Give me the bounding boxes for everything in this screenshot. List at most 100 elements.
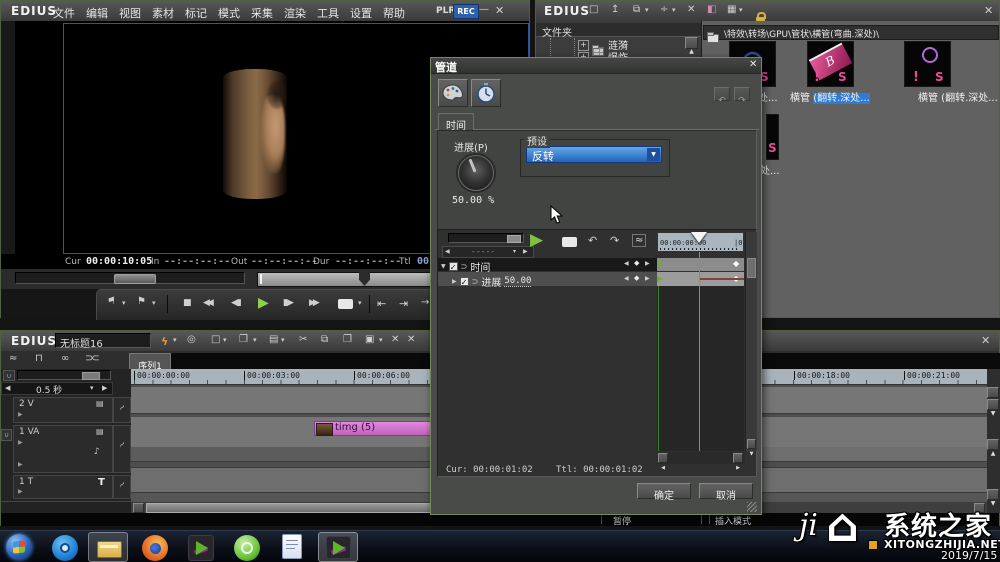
track-va-sync-mark[interactable]: ∪ [1,429,12,441]
taskbar-media-player[interactable] [52,535,78,561]
vscroll-down-btn[interactable]: ▼ [987,399,999,410]
undo-button[interactable]: ↶ [714,87,730,101]
track-1t-header[interactable]: 1 T T ▶ [13,475,113,499]
kf-time-add-icon[interactable]: ◆ [634,260,639,267]
timescale-right-icon[interactable]: ▶ [102,385,107,392]
mode-snap-icon[interactable]: ⊃⊂ [85,354,98,364]
taskbar-edius-active[interactable] [318,532,358,562]
kf-prog-add-icon[interactable]: ◆ [634,275,639,282]
bubble-dropdown-icon[interactable]: ▾ [358,300,362,307]
kf-row-time-checkbox[interactable]: ✓ [449,262,458,271]
color-swatch-icon[interactable]: ◧ [707,5,716,15]
kf-scale-dd-icon[interactable]: ▾ [513,249,516,255]
taskbar-notepad[interactable] [282,534,302,559]
save-dropdown-icon[interactable]: ▾ [281,337,285,344]
resize-grip[interactable] [747,502,757,512]
goto-in-icon[interactable]: ⇤ [377,298,386,309]
kf-row-progress[interactable]: ▶ ✓ ⊃ 进展 50.00 ◀ ◆ ▶ [438,272,657,286]
bin-close-icon[interactable]: ✕ [984,5,993,16]
tree-expand-icon[interactable]: + [578,40,589,51]
track-2v-header[interactable]: 2 V ▤ ▶ [13,397,113,423]
menu-render[interactable]: 渲染 [284,5,306,21]
kf-zoom-slider[interactable] [448,233,524,243]
kf-zoom-thumb[interactable] [507,235,521,243]
duplicate-icon[interactable]: ⧉ [633,5,640,15]
taskbar-file-manager[interactable] [88,532,128,562]
bin-item-thumb2[interactable]: B ! S [807,41,854,87]
mode-trim-icon[interactable]: ≈ [9,354,17,364]
kf-vscroll-down[interactable]: ▼ [747,439,756,449]
track-1va-header[interactable]: 1 VA ▤ ▶ ♪ ▶ [13,425,113,473]
tab-sequence1[interactable]: 序列1 [129,353,171,369]
shuttle-thumb[interactable] [114,274,156,284]
kf-curve-icon[interactable]: ≈ [632,234,646,247]
vscroll-down-btn2[interactable]: ▼ [987,489,999,500]
path-bar[interactable]: \特效\转场\GPU\管状\横管(弯曲.深处)\ [703,25,999,40]
menu-tools[interactable]: 工具 [317,5,339,21]
menu-edit[interactable]: 编辑 [86,5,108,21]
redo-button[interactable]: ↷ [734,87,750,101]
new-folder-icon[interactable]: □ [589,5,598,15]
kf-row-time[interactable]: ▼ ✓ ⊃ 时间 ◀ ◆ ▶ [438,258,657,271]
kf-scale-right-icon[interactable]: ▶ [523,249,528,255]
tree-scroll-up[interactable]: ▲ [685,37,698,49]
kf-prev-loop-icon[interactable]: ↶ [588,235,597,246]
track-2v-expand-icon[interactable]: ▶ [18,412,23,418]
vscroll-up-btn2[interactable]: ▲ [987,439,999,450]
mode-loop-icon[interactable]: ∞ [61,354,69,364]
menu-clip[interactable]: 素材 [152,5,174,21]
effects-dropdown-icon[interactable]: ▾ [173,337,177,344]
in-flag-dropdown-icon[interactable]: ▾ [122,300,126,307]
start-button[interactable] [6,534,32,560]
new-sequence-icon[interactable]: □ [211,335,220,345]
bookmark-icon[interactable]: ▣ [365,335,374,345]
ok-button[interactable]: 确定 [637,483,691,499]
track-1va-expand-icon[interactable]: ▶ [18,440,23,446]
track-height-thumb[interactable] [82,372,100,380]
menu-view[interactable]: 视图 [119,5,141,21]
duplicate-dropdown-icon[interactable]: ▾ [645,7,649,14]
open-project-icon[interactable]: ❐ [239,335,248,345]
set-out-flag-icon[interactable]: ⚑ [137,297,146,307]
timeline-close-icon[interactable]: ✕ [981,335,990,346]
bin-item2-label[interactable]: 横管 (翻转.深处... [790,89,870,104]
timescale-box[interactable]: ◀ 0.5 秒 ▾ ▶ [1,382,113,395]
kf-time-prev-icon[interactable]: ◀ [624,261,629,267]
new-dropdown-icon[interactable]: ▾ [223,337,227,344]
timescale-left-icon[interactable]: ◀ [5,385,10,392]
bin-item3-label[interactable]: 横管 (翻转.深处... [918,89,998,104]
rec-tab[interactable]: REC [453,4,479,19]
track-1t-expand-icon[interactable]: ▶ [18,489,23,495]
color-page-button[interactable] [438,79,468,107]
track-1t-fx[interactable]: ~ [113,475,131,499]
shuttle-slider[interactable] [15,272,245,284]
ripple-delete-icon[interactable]: ✕ [391,335,399,345]
minimize-button[interactable]: — [479,5,489,15]
kf-row-progress-value[interactable]: 50.00 [504,276,531,287]
goto-out-icon[interactable]: ⇥ [399,298,408,309]
rewind-icon[interactable]: ◀◀ [203,299,211,308]
menu-marker[interactable]: 标记 [185,5,207,21]
kf-play-icon[interactable]: ▶ [530,230,543,250]
close-icon[interactable]: ✕ [495,5,504,16]
taskbar-green-browser[interactable] [234,535,260,561]
effects-icon[interactable]: ϟ [161,335,168,348]
vscroll-up-btn[interactable]: ▲ [987,387,999,398]
next-frame-icon[interactable]: ▮▶ [283,299,293,308]
kf-hscroll-right[interactable]: ▶ [733,453,743,463]
track-height-slider[interactable] [17,370,111,380]
cut-icon[interactable]: ✂ [299,335,307,345]
track-2v-fx[interactable]: ~ [113,397,131,423]
kf-prog-next-icon[interactable]: ▶ [645,276,650,282]
capture-icon[interactable]: ◎ [187,335,196,345]
timeline-vscroll[interactable]: ▲ ▼ ▲ ▼ [987,369,1000,513]
kf-scale-dropdown[interactable]: ◀ ----- ▾ ▶ [442,246,534,258]
kf-hscroll[interactable]: ◀ ▶ [657,452,745,464]
comment-bubble-icon[interactable] [338,299,353,309]
ffwd-icon[interactable]: ▶▶ [309,299,317,308]
dialog-titlebar[interactable]: 管道 ✕ [431,58,761,74]
cancel-button[interactable]: 取消 [699,483,753,499]
kf-scale-left-icon[interactable]: ◀ [445,249,450,255]
menu-help[interactable]: 帮助 [383,5,405,21]
kf-vscroll-thumb[interactable] [747,258,756,278]
